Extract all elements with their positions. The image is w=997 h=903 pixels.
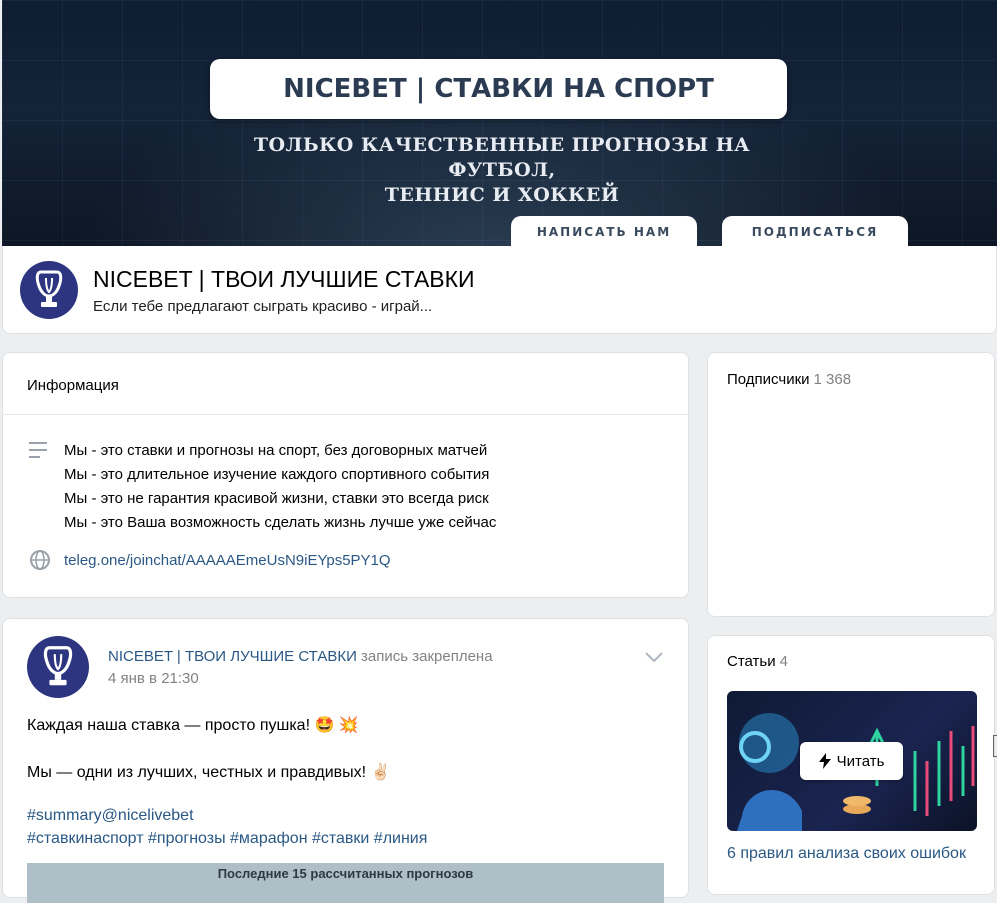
post-author-line: NICEBET | ТВОИ ЛУЧШИЕ СТАВКИ запись закр… <box>108 648 493 665</box>
chevron-down-icon[interactable] <box>643 650 665 664</box>
post-date[interactable]: 4 янв в 21:30 <box>108 670 199 687</box>
cover-title-text: NICEBET | СТАВКИ НА СПОРТ <box>283 74 714 104</box>
write-us-label: НАПИСАТЬ НАМ <box>536 225 672 239</box>
cover-title: NICEBET | СТАВКИ НА СПОРТ <box>210 59 787 119</box>
description-line: Мы - это Ваша возможность сделать жизнь … <box>64 514 497 531</box>
articles-label: Статьи <box>727 653 776 670</box>
members-label: Подписчики <box>727 371 810 388</box>
post-avatar[interactable] <box>27 636 89 698</box>
group-status[interactable]: Если тебе предлагают сыграть красиво - и… <box>93 298 432 315</box>
info-block: Информация Мы - это ставки и прогнозы на… <box>2 352 689 598</box>
post-text-line: Мы — одни из лучших, честных и правдивых… <box>27 764 391 781</box>
articles-heading[interactable]: Статьи 4 <box>727 653 788 670</box>
description-line: Мы - это не гарантия красивой жизни, ста… <box>64 490 489 507</box>
cover-image: NICEBET | СТАВКИ НА СПОРТ ТОЛЬКО КАЧЕСТВ… <box>2 0 997 246</box>
article-thumbnail[interactable]: Читать <box>727 691 977 831</box>
divider <box>2 414 689 415</box>
page-title: NICEBET | ТВОИ ЛУЧШИЕ СТАВКИ <box>93 266 475 292</box>
write-us-button[interactable]: НАПИСАТЬ НАМ <box>511 216 697 246</box>
hashtag-link[interactable]: #summary@nicelivebet <box>27 807 194 825</box>
lines-icon <box>29 442 47 458</box>
cover-subtitle-line: ТОЛЬКО КАЧЕСТВЕННЫЕ ПРОГНОЗЫ НА ФУТБОЛ, <box>253 134 751 181</box>
avatar[interactable] <box>20 261 78 319</box>
members-count: 1 368 <box>813 371 852 388</box>
pinned-label: запись закреплена <box>361 648 493 665</box>
trophy-icon <box>35 270 63 307</box>
globe-icon <box>30 550 50 570</box>
read-article-button[interactable]: Читать <box>800 742 903 780</box>
description-line: Мы - это ставки и прогнозы на спорт, без… <box>64 442 488 459</box>
cover-subtitle-line: ТЕННИС И ХОККЕЙ <box>384 184 620 206</box>
external-link[interactable]: teleg.one/joinchat/AAAAAEmeUsN9iEYps5PY1… <box>64 552 391 569</box>
members-block: Подписчики 1 368 <box>707 352 995 617</box>
subscribe-label: ПОДПИСАТЬСЯ <box>751 225 879 239</box>
info-heading: Информация <box>27 377 119 394</box>
description-line: Мы - это длительное изучение каждого спо… <box>64 466 490 483</box>
article-title-link[interactable]: 6 правил анализа своих ошибок <box>727 845 966 863</box>
articles-block: Статьи 4 Читать 6 правил анализа своих о… <box>707 635 995 895</box>
group-header: NICEBET | СТАВКИ НА СПОРТ ТОЛЬКО КАЧЕСТВ… <box>2 0 997 334</box>
edge-marker <box>993 735 997 757</box>
subscribe-button[interactable]: ПОДПИСАТЬСЯ <box>722 216 908 246</box>
read-label: Читать <box>836 752 885 770</box>
hashtag-link[interactable]: #ставкинаспорт #прогнозы #марафон #ставк… <box>27 830 427 848</box>
post-image-caption: Последние 15 рассчитанных прогнозов <box>217 866 474 881</box>
post-text-line: Каждая наша ставка — просто пушка! 🤩 💥 <box>27 717 359 734</box>
lightning-icon <box>818 753 831 769</box>
members-heading[interactable]: Подписчики 1 368 <box>727 371 851 388</box>
post-author-link[interactable]: NICEBET | ТВОИ ЛУЧШИЕ СТАВКИ <box>108 648 357 665</box>
cover-subtitle: ТОЛЬКО КАЧЕСТВЕННЫЕ ПРОГНОЗЫ НА ФУТБОЛ, … <box>202 133 802 208</box>
articles-count: 4 <box>779 653 788 670</box>
trophy-icon <box>43 646 73 686</box>
pinned-post: NICEBET | ТВОИ ЛУЧШИЕ СТАВКИ запись закр… <box>2 618 689 903</box>
post-image[interactable]: Последние 15 рассчитанных прогнозов <box>27 863 664 903</box>
